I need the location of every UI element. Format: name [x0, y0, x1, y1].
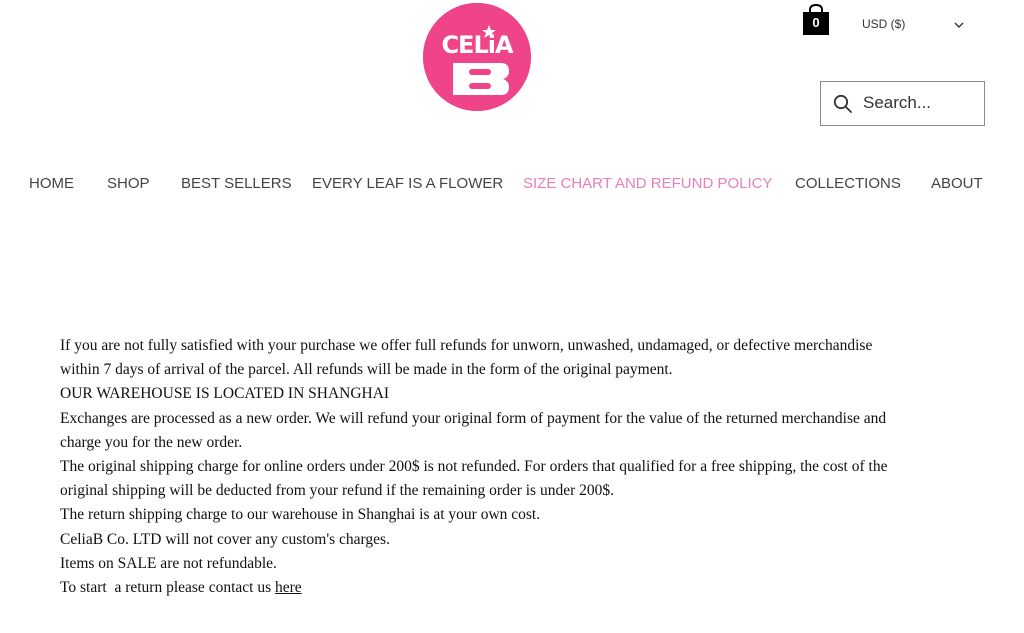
policy-paragraph-warehouse: OUR WAREHOUSE IS LOCATED IN SHANGHAI: [60, 385, 390, 403]
logo-text: CELiA: [441, 31, 513, 59]
policy-paragraph-refunds: If you are not fully satisfied with your…: [60, 337, 873, 379]
search-input[interactable]: [863, 91, 978, 115]
policy-paragraph-sale: Items on SALE are not refundable.: [60, 554, 277, 572]
cart-button[interactable]: 0: [801, 3, 831, 36]
brand-logo[interactable]: CELiA: [423, 3, 531, 111]
nav-shop[interactable]: SHOP: [107, 175, 150, 192]
nav-collections[interactable]: COLLECTIONS: [795, 175, 901, 192]
nav-home[interactable]: HOME: [29, 175, 74, 192]
policy-paragraph-return-shipping: The return shipping charge to our wareho…: [60, 506, 541, 524]
policy-paragraph-customs: CeliaB Co. LTD will not cover any custom…: [60, 530, 390, 548]
search-box[interactable]: [820, 81, 985, 126]
main-nav: HOME SHOP BEST SELLERS EVERY LEAF IS A F…: [0, 175, 1024, 195]
nav-every-leaf-is-a-flower[interactable]: EVERY LEAF IS A FLOWER: [312, 175, 503, 192]
policy-paragraph-exchanges: Exchanges are processed as a new order. …: [60, 409, 887, 451]
contact-prefix: To start a return please contact us: [60, 579, 275, 597]
currency-selector[interactable]: USD ($): [862, 17, 970, 35]
nav-best-sellers[interactable]: BEST SELLERS: [181, 175, 292, 192]
currency-label: USD ($): [862, 17, 906, 31]
policy-paragraph-shipping: The original shipping charge for online …: [60, 458, 888, 500]
chevron-down-icon: [954, 18, 964, 32]
refund-policy-text: If you are not fully satisfied with your…: [60, 334, 910, 600]
nav-about[interactable]: ABOUT: [931, 175, 983, 192]
search-icon[interactable]: [833, 94, 853, 119]
cart-count-badge: 0: [812, 15, 820, 30]
nav-size-chart-and-refund-policy[interactable]: SIZE CHART AND REFUND POLICY: [523, 175, 773, 192]
policy-paragraph-contact: To start a return please contact us here: [60, 576, 910, 600]
contact-here-link[interactable]: here: [275, 579, 302, 596]
